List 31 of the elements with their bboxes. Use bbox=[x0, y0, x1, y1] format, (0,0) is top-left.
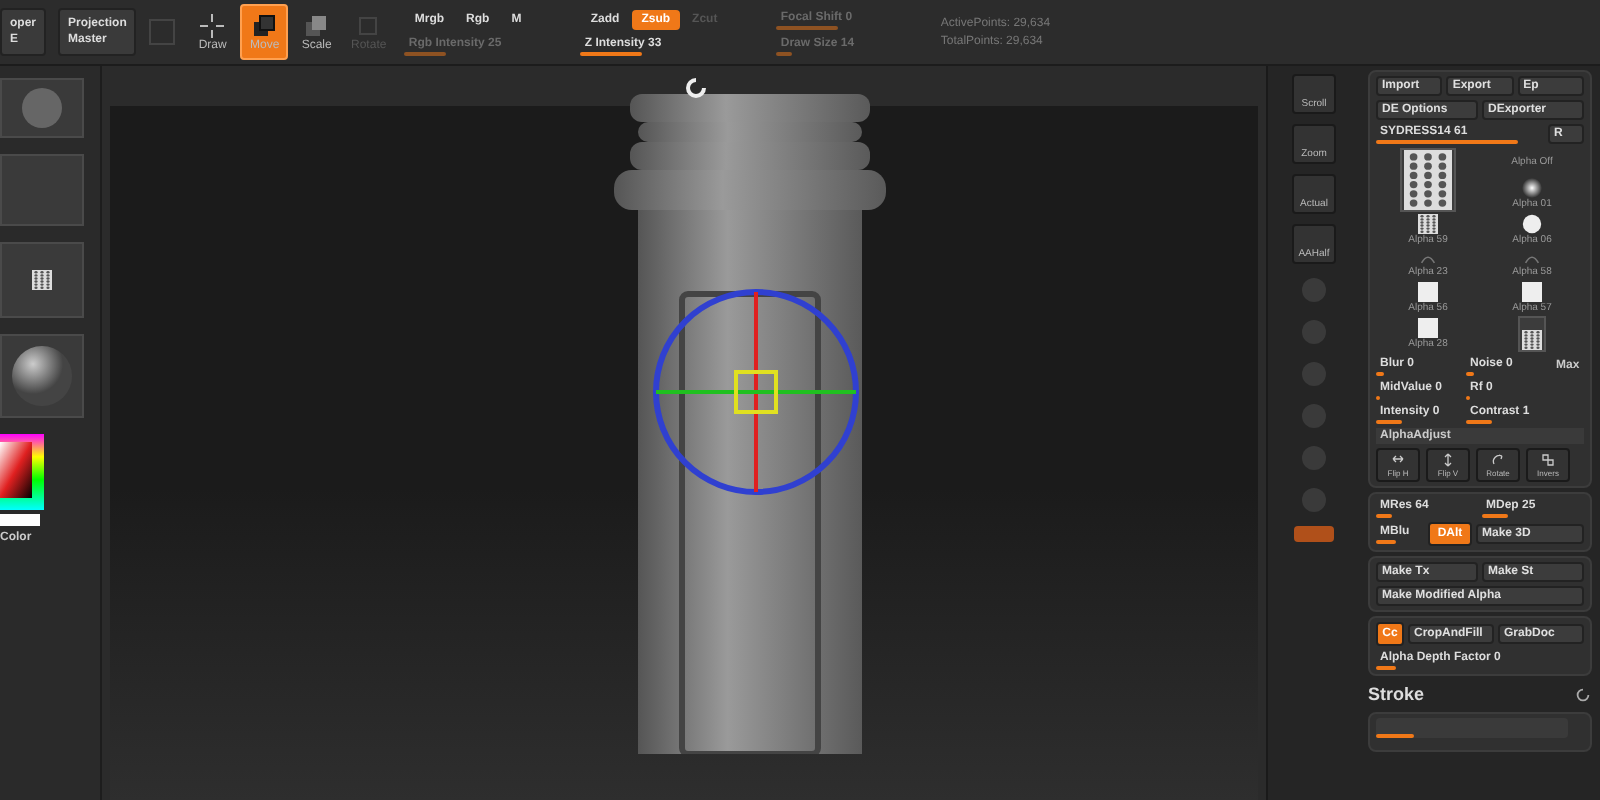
dot-icon bbox=[1522, 214, 1542, 234]
square-icon bbox=[356, 13, 381, 37]
rotate-icon[interactable] bbox=[682, 74, 710, 102]
slider[interactable] bbox=[1376, 718, 1568, 738]
faint-shape-icon bbox=[1522, 250, 1542, 266]
layers-icon bbox=[252, 13, 277, 37]
square-icon bbox=[1418, 282, 1438, 302]
square-icon bbox=[1522, 282, 1542, 302]
transform-gizmo-icon[interactable] bbox=[650, 286, 862, 498]
invert-icon bbox=[1538, 452, 1558, 468]
alpha-thumbnail[interactable] bbox=[1400, 148, 1456, 212]
reset-icon[interactable] bbox=[1574, 685, 1592, 703]
edit-icon[interactable] bbox=[148, 18, 177, 46]
sphere-icon[interactable] bbox=[20, 86, 64, 130]
alpha-thumbnail[interactable] bbox=[1518, 316, 1546, 352]
rotate-icon bbox=[1488, 452, 1508, 468]
shelf-marker-icon[interactable] bbox=[1294, 526, 1334, 542]
material-sphere-icon[interactable] bbox=[10, 344, 74, 408]
ornament-pattern-icon bbox=[1522, 330, 1542, 350]
fliph-icon bbox=[1388, 452, 1408, 468]
square-icon bbox=[1418, 318, 1438, 338]
empty-thumbnail[interactable] bbox=[0, 154, 84, 226]
layers-icon bbox=[304, 13, 329, 37]
soft-dot-icon bbox=[1522, 178, 1542, 198]
color-picker-icon[interactable] bbox=[0, 434, 44, 526]
crosshair-icon bbox=[200, 13, 225, 37]
faint-shape-icon bbox=[1418, 250, 1438, 266]
stroke-heading[interactable]: Stroke bbox=[1368, 680, 1425, 708]
ornament-pattern-icon bbox=[32, 270, 52, 290]
ornament-pattern-icon bbox=[1418, 214, 1438, 234]
ornament-pattern-icon bbox=[1404, 150, 1452, 210]
